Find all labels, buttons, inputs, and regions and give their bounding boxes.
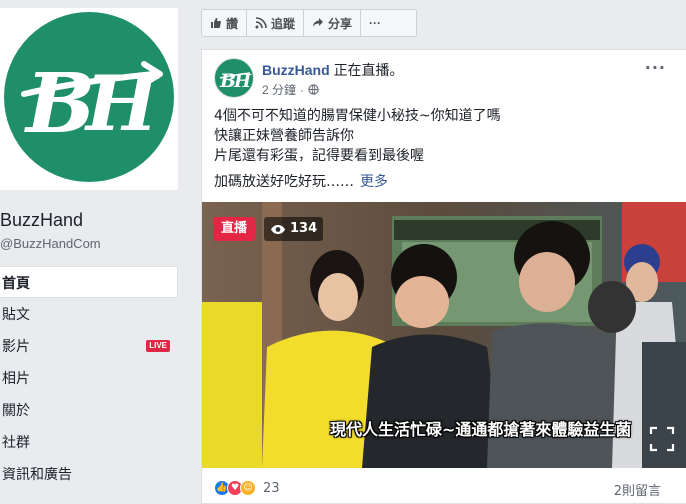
see-more-link[interactable]: 更多 — [360, 174, 388, 190]
nav-item-label: 關於 — [2, 402, 30, 418]
post-author-avatar[interactable]: B H — [214, 58, 254, 98]
left-column: B H BuzzHand @BuzzHandCom 首頁 貼文 影片 LIVE 相… — [0, 0, 195, 504]
follow-button[interactable]: 追蹤 — [247, 10, 305, 36]
nav-item-label: 貼文 — [2, 306, 30, 322]
nav-item-photos[interactable]: 相片 — [0, 362, 178, 394]
follow-label: 追蹤 — [271, 16, 296, 31]
globe-icon[interactable] — [308, 84, 319, 95]
more-options-button[interactable]: ··· — [361, 10, 389, 36]
nav-item-info-and-ads[interactable]: 資訊和廣告 — [0, 458, 178, 490]
page-action-bar: 讚 追蹤 分享 ··· — [201, 9, 417, 37]
post-options-button[interactable]: ··· — [645, 58, 666, 77]
nav-item-about[interactable]: 關於 — [0, 394, 178, 426]
post-text-line: 加碼放送好吃好玩…… — [214, 174, 354, 190]
post-text-line: 快讓正妹營養師告訴你 — [214, 128, 354, 144]
svg-text:B: B — [24, 56, 95, 152]
reactions-summary[interactable]: 👍 ♥ ☺ 23 — [214, 480, 280, 496]
post-timestamp[interactable]: 2 分鐘 — [262, 81, 296, 98]
more-label: ··· — [369, 16, 382, 30]
haha-reaction-icon: ☺ — [240, 480, 256, 496]
bh-logo-icon: B H — [21, 56, 163, 152]
nav-item-label: 社群 — [2, 434, 30, 450]
brand-logo: B H — [4, 12, 174, 182]
live-indicator: 直播 — [213, 217, 256, 241]
share-arrow-icon — [313, 18, 324, 27]
page-nav: 首頁 貼文 影片 LIVE 相片 關於 社群 資訊和廣告 — [0, 266, 178, 490]
page-handle[interactable]: @BuzzHandCom — [0, 236, 101, 251]
post-status: 正在直播。 — [333, 62, 404, 78]
post-author-name[interactable]: BuzzHand — [262, 62, 330, 78]
nav-item-videos[interactable]: 影片 LIVE — [0, 330, 178, 362]
post-card: B H BuzzHand 正在直播。 2 分鐘 · ··· 4個不可不知道的腸胃… — [201, 49, 686, 504]
live-badge: LIVE — [146, 340, 170, 352]
viewer-count: 134 — [264, 217, 324, 241]
video-subtitle: 現代人生活忙碌~通通都搶著來體驗益生菌 — [330, 420, 632, 439]
post-body: 4個不可不知道的腸胃保健小秘技~你知道了嗎 快讓正妹營養師告訴你 片尾還有彩蛋，… — [214, 106, 674, 192]
live-video-player[interactable]: 直播 134 現代人生活忙碌~通通都搶著來體驗益生菌 — [202, 202, 686, 468]
nav-item-posts[interactable]: 貼文 — [0, 298, 178, 330]
reaction-count: 23 — [263, 480, 280, 496]
viewer-count-value: 134 — [290, 221, 318, 236]
post-text-line: 4個不可不知道的腸胃保健小秘技~你知道了嗎 — [214, 108, 501, 124]
post-text-line: 片尾還有彩蛋，記得要看到最後喔 — [214, 148, 424, 164]
like-page-button[interactable]: 讚 — [202, 10, 248, 36]
fullscreen-icon[interactable] — [645, 422, 679, 456]
page-name[interactable]: BuzzHand — [0, 210, 83, 231]
nav-item-label: 相片 — [2, 370, 30, 386]
nav-item-label: 首頁 — [2, 275, 30, 291]
comment-count-link[interactable]: 2則留言 — [614, 480, 661, 499]
nav-item-community[interactable]: 社群 — [0, 426, 178, 458]
post-text-extra: 加碼放送好吃好玩…… 更多 — [214, 172, 674, 192]
like-label: 讚 — [226, 16, 239, 31]
reaction-icons: 👍 ♥ ☺ — [214, 480, 256, 496]
thumbs-up-icon — [211, 18, 221, 28]
rss-icon — [255, 17, 267, 29]
share-button[interactable]: 分享 — [304, 10, 362, 36]
eye-icon — [271, 224, 285, 234]
share-label: 分享 — [328, 16, 353, 31]
nav-item-label: 資訊和廣告 — [2, 466, 72, 482]
nav-item-label: 影片 — [2, 338, 30, 354]
post-header: BuzzHand 正在直播。 — [262, 60, 404, 80]
nav-item-home[interactable]: 首頁 — [0, 266, 178, 298]
page-profile-picture[interactable]: B H — [0, 8, 178, 190]
post-meta: 2 分鐘 · — [262, 81, 319, 98]
bh-logo-icon: B H — [219, 70, 252, 92]
